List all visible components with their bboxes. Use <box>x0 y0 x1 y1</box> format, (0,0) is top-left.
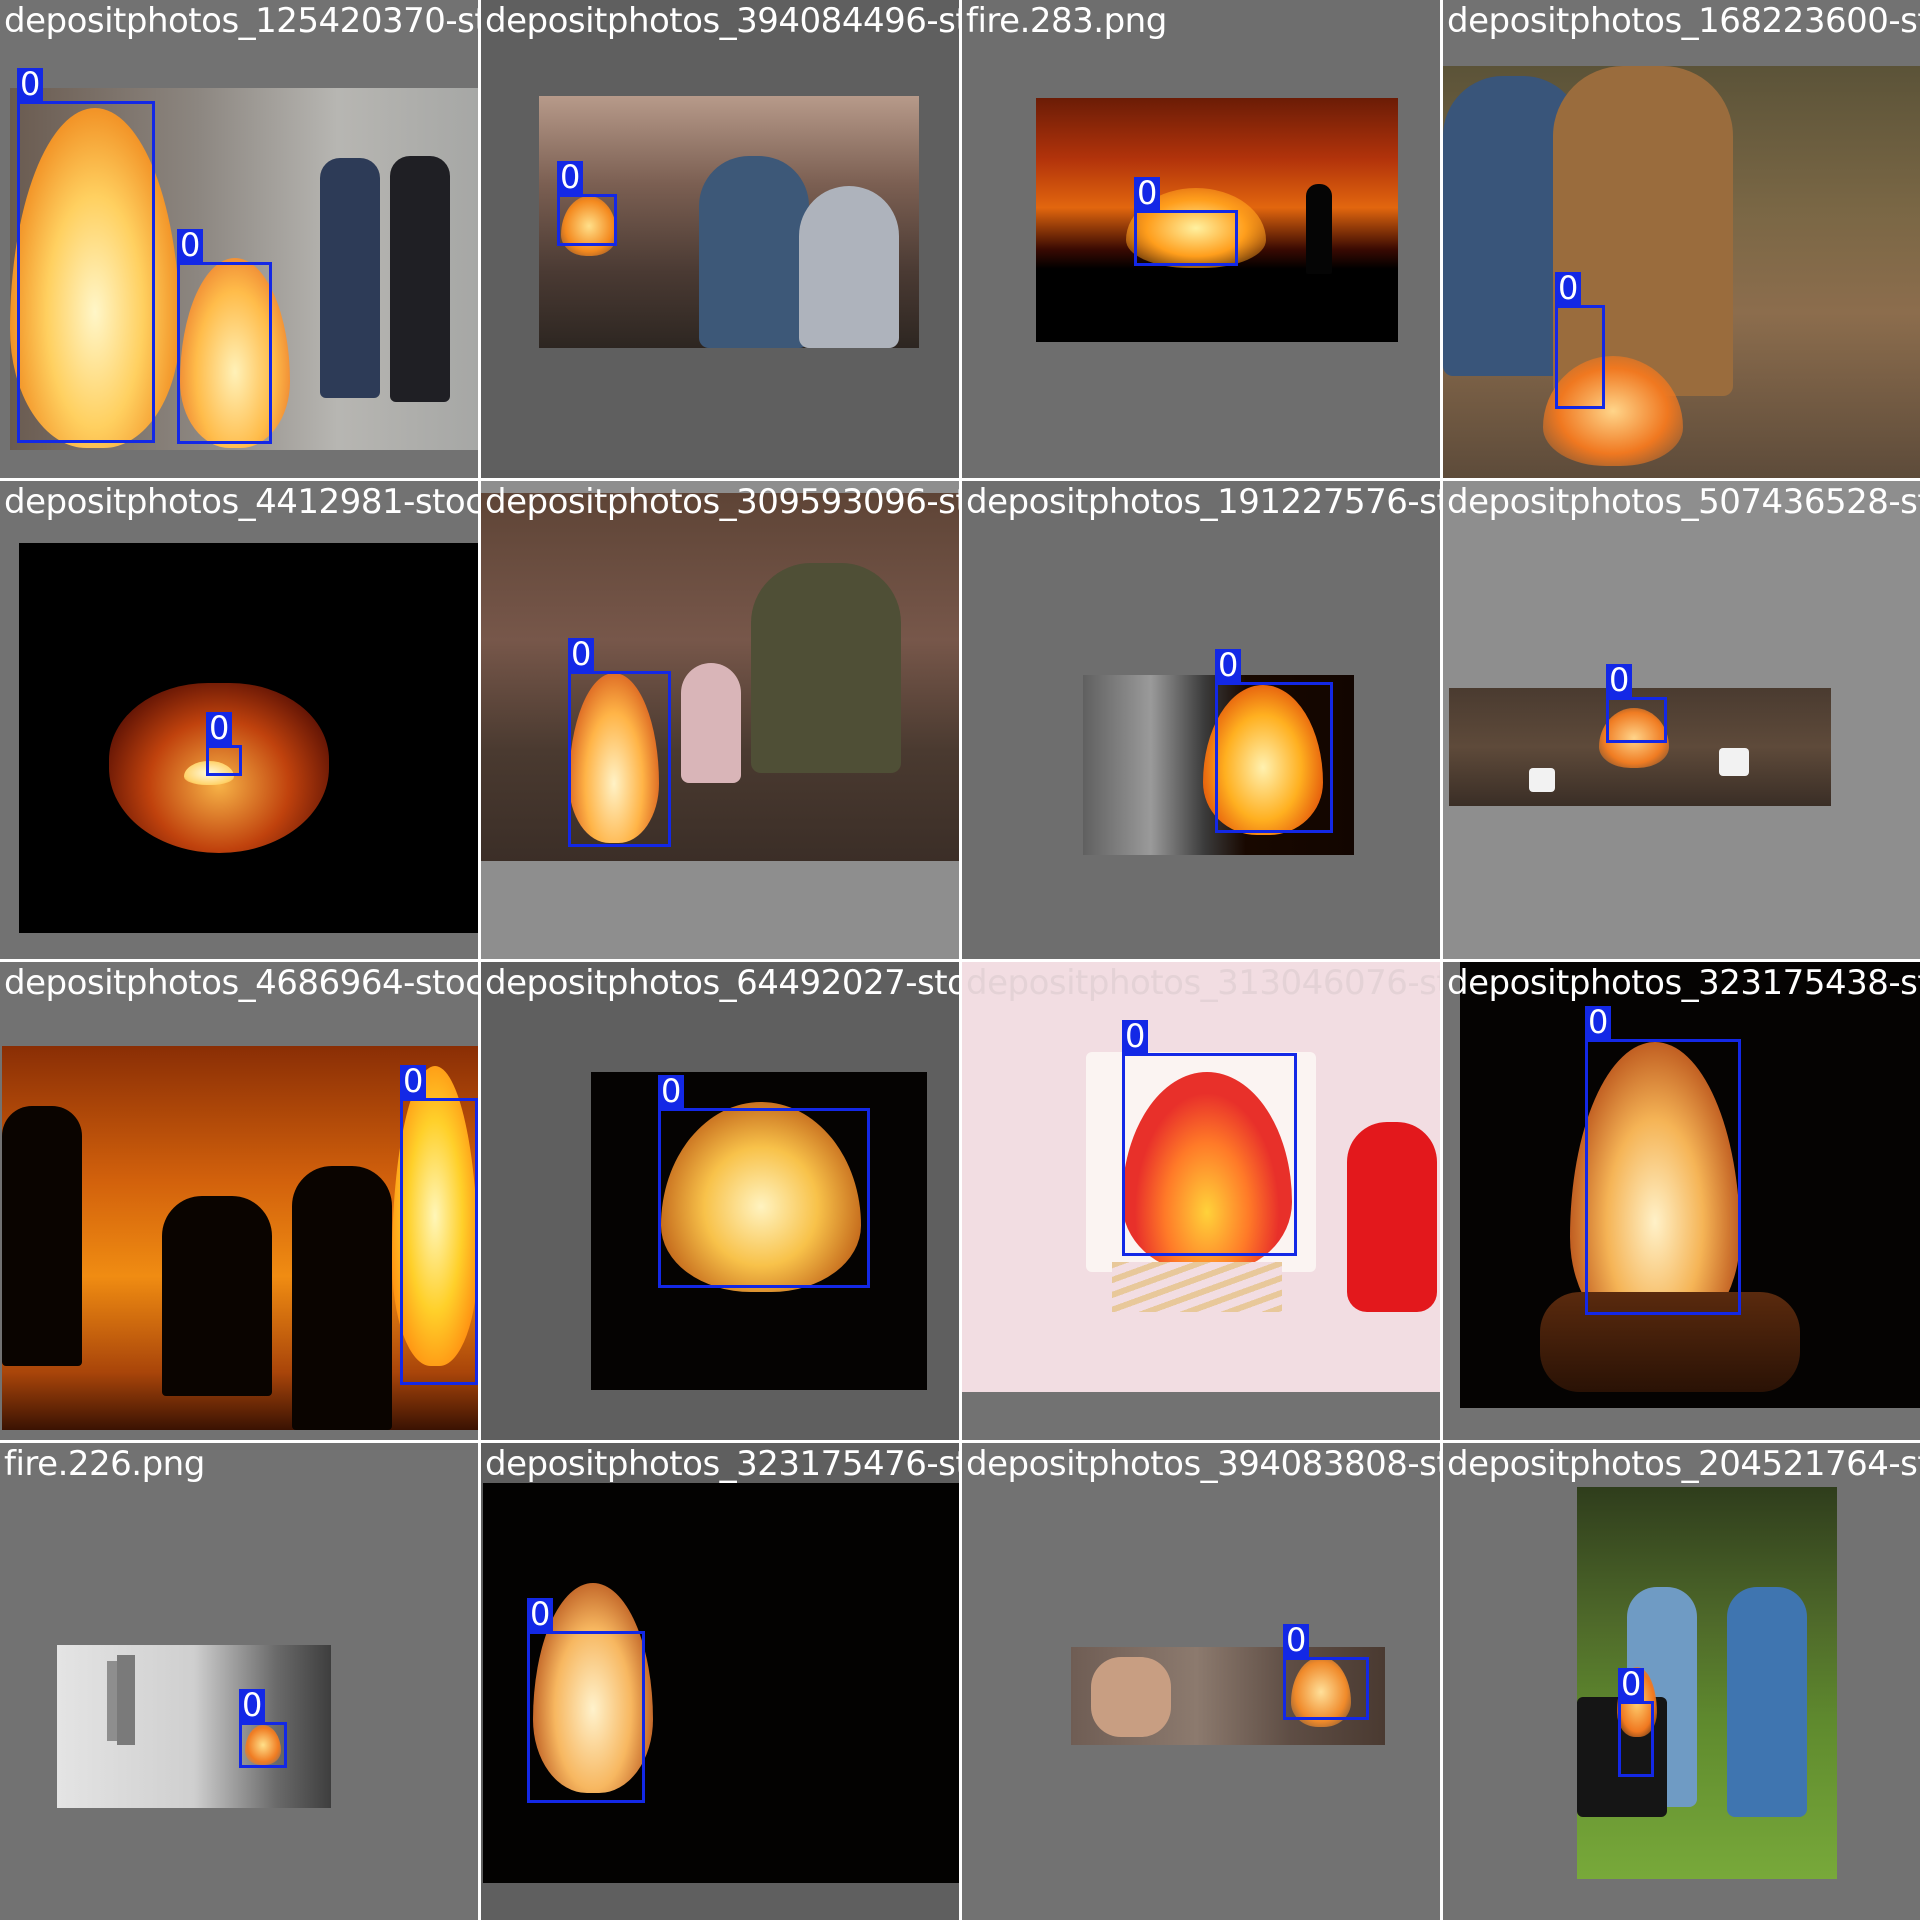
detection-class-label: 0 <box>1606 664 1633 697</box>
detection-class-label: 0 <box>1585 1006 1612 1039</box>
firefighter-silhouette <box>2 1106 82 1366</box>
mosaic-grid: 0 0 depositphotos_125420370-stock-photo-… <box>0 0 1920 1920</box>
cup-left <box>1529 768 1555 792</box>
person-silhouette <box>699 156 809 348</box>
detection-box: 0 <box>527 1598 645 1803</box>
detection-box: 0 <box>17 68 155 443</box>
tile-12: 0 depositphotos_323175438-stock-photo-bo… <box>1443 962 1920 1440</box>
detection-box: 0 <box>1283 1624 1369 1720</box>
detection-class-label: 0 <box>527 1598 554 1631</box>
tile-16: 0 depositphotos_204521764-stock-photo-fr… <box>1443 1443 1920 1920</box>
detection-box: 0 <box>1122 1020 1297 1256</box>
detection-box: 0 <box>1606 664 1667 743</box>
tile-8: 0 depositphotos_507436528-stock-photo-fi… <box>1443 481 1920 959</box>
tile-1: 0 0 depositphotos_125420370-stock-photo-… <box>0 0 478 478</box>
detection-class-label: 0 <box>1555 272 1582 305</box>
detection-box: 0 <box>1555 272 1605 409</box>
photo-friends-grill-park <box>1577 1487 1837 1879</box>
tile-filename: depositphotos_323175476-stock-photo-bonf… <box>485 1444 959 1484</box>
tile-filename: depositphotos_394083808-stock-photo-hand… <box>966 1444 1440 1484</box>
tile-filename: depositphotos_4686964-stock-photo-fireme… <box>4 963 478 1003</box>
tile-filename: depositphotos_4412981-stock-photo-heart-… <box>4 482 478 522</box>
detection-box: 0 <box>206 712 242 776</box>
tile-14: 0 depositphotos_323175476-stock-photo-bo… <box>481 1443 959 1920</box>
tile-6: 0 depositphotos_309593096-stock-photo-ho… <box>481 481 959 959</box>
detection-box: 0 <box>1215 649 1333 833</box>
detection-class-label: 0 <box>1215 649 1242 682</box>
tile-13: 0 fire.226.png <box>0 1443 478 1920</box>
tile-5: 0 depositphotos_4412981-stock-photo-hear… <box>0 481 478 959</box>
detection-class-label: 0 <box>206 712 233 745</box>
hands <box>1091 1657 1171 1737</box>
tile-filename: depositphotos_309593096-stock-photo-home… <box>485 482 959 522</box>
photo-industrial-fire <box>57 1645 331 1808</box>
tile-filename: depositphotos_64492027-stock-photo-fire <box>485 963 959 1003</box>
photo-father-daughter-fire <box>481 493 959 861</box>
child-silhouette <box>681 663 741 783</box>
cup-right <box>1719 748 1749 776</box>
detection-box: 0 <box>1134 177 1238 266</box>
detection-class-label: 0 <box>557 161 584 194</box>
detection-box: 0 <box>557 161 617 246</box>
detection-class-label: 0 <box>177 229 204 262</box>
tile-11: 0 depositphotos_313046076-stock-photo-fe… <box>962 962 1440 1440</box>
detection-class-label: 0 <box>1122 1020 1149 1053</box>
detection-class-label: 0 <box>239 1689 266 1722</box>
firefighter-silhouette <box>162 1196 272 1396</box>
detection-class-label: 0 <box>1134 177 1161 210</box>
matches <box>1112 1262 1282 1312</box>
detection-class-label: 0 <box>1618 1668 1645 1701</box>
person-silhouette <box>320 158 380 398</box>
tile-filename: depositphotos_125420370-stock-photo-fire… <box>4 1 478 41</box>
tile-10: 0 depositphotos_64492027-stock-photo-fir… <box>481 962 959 1440</box>
detection-box: 0 <box>658 1075 870 1288</box>
detection-class-label: 0 <box>1283 1624 1310 1657</box>
tile-4: 0 depositphotos_168223600-stock-photo-co… <box>1443 0 1920 478</box>
detection-box: 0 <box>1585 1006 1741 1315</box>
tile-filename: depositphotos_313046076-stock-photo-felt… <box>966 963 1440 1003</box>
detection-class-label: 0 <box>17 68 44 101</box>
tile-filename: depositphotos_507436528-stock-photo-fire… <box>1447 482 1920 522</box>
detection-box: 0 <box>239 1689 287 1768</box>
person-silhouette <box>390 156 450 402</box>
detection-class-label: 0 <box>400 1065 427 1098</box>
tile-filename: depositphotos_204521764-stock-photo-frie… <box>1447 1444 1920 1484</box>
detection-box: 0 <box>1618 1668 1654 1777</box>
tile-filename: depositphotos_323175438-stock-photo-bonf… <box>1447 963 1920 1003</box>
man-silhouette <box>1727 1587 1807 1817</box>
tile-filename: fire.283.png <box>966 1 1167 41</box>
tile-filename: fire.226.png <box>4 1444 205 1484</box>
chimney <box>117 1655 135 1745</box>
photo-heart-of-fire <box>19 543 478 933</box>
tile-2: 0 depositphotos_394084496-stock-photo-co… <box>481 0 959 478</box>
photo-couple-marshmallow <box>1443 66 1920 478</box>
detection-class-label: 0 <box>658 1075 685 1108</box>
fire-extinguisher <box>1347 1122 1437 1312</box>
man-silhouette <box>751 563 901 773</box>
tile-filename: depositphotos_168223600-stock-photo-coup… <box>1447 1 1920 41</box>
firefighter-silhouette <box>292 1166 392 1430</box>
person-silhouette <box>799 186 899 348</box>
firefighter-silhouette <box>1306 184 1332 274</box>
tile-9: 0 depositphotos_4686964-stock-photo-fire… <box>0 962 478 1440</box>
detection-box: 0 <box>568 638 671 847</box>
detection-class-label: 0 <box>568 638 595 671</box>
detection-box: 0 <box>177 229 272 444</box>
tile-filename: depositphotos_191227576-stock-photo-fire… <box>966 482 1440 522</box>
detection-box: 0 <box>400 1065 478 1385</box>
tile-15: 0 depositphotos_394083808-stock-photo-ha… <box>962 1443 1440 1920</box>
tile-7: 0 depositphotos_191227576-stock-photo-fi… <box>962 481 1440 959</box>
tile-3: 0 fire.283.png <box>962 0 1440 478</box>
tile-filename: depositphotos_394084496-stock-photo-coup… <box>485 1 959 41</box>
